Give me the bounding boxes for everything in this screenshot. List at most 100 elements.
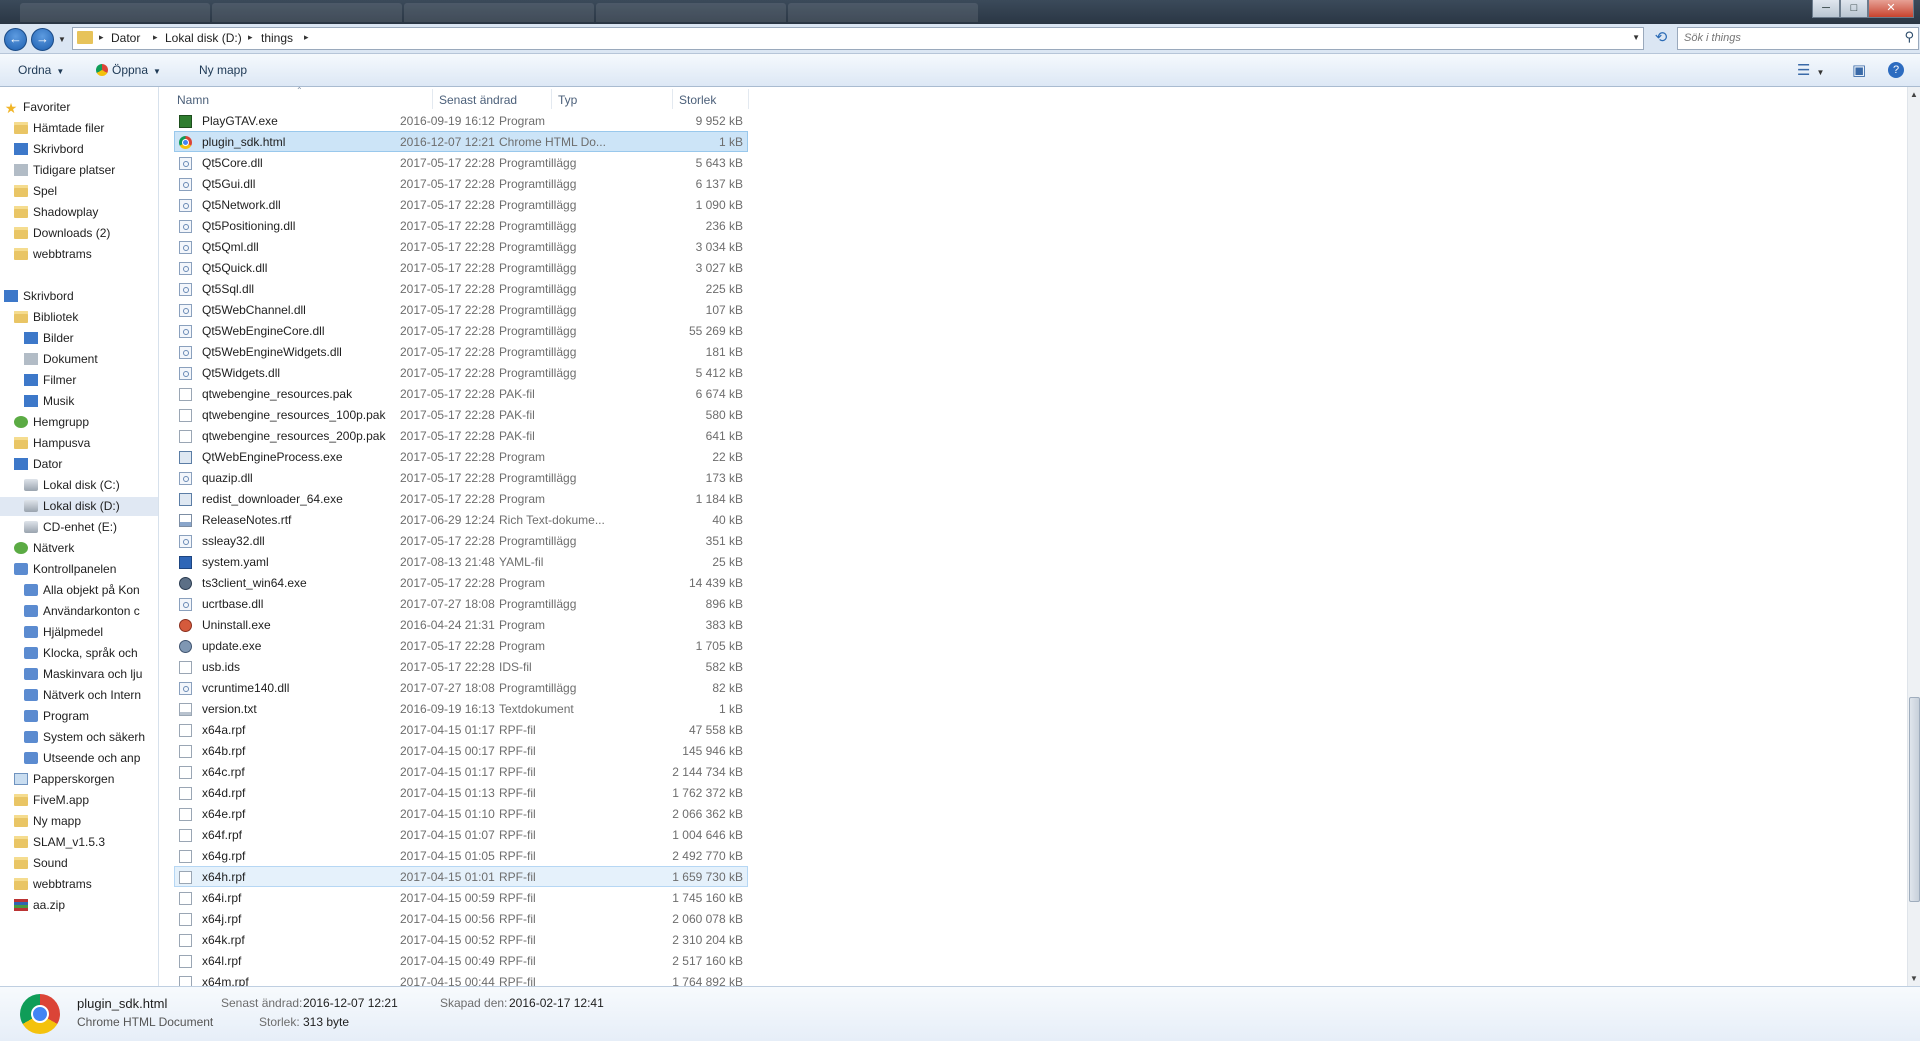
file-row[interactable]: Qt5Sql.dll 2017-05-17 22:28 Programtillägg… bbox=[174, 278, 748, 299]
search-input[interactable] bbox=[1678, 28, 1890, 47]
view-options-button[interactable]: ☰ ▼ bbox=[1797, 61, 1824, 79]
file-row[interactable]: system.yaml 2017-08-13 21:48 YAML-fil 25 kB bbox=[174, 551, 748, 572]
file-row[interactable]: x64g.rpf 2017-04-15 01:05 RPF-fil 2 492 770… bbox=[174, 845, 748, 866]
column-divider[interactable] bbox=[748, 89, 749, 109]
sidebar-item-maskinvara-och-lju[interactable]: Maskinvara och lju bbox=[24, 665, 142, 684]
file-row[interactable]: ssleay32.dll 2017-05-17 22:28 Programtillä… bbox=[174, 530, 748, 551]
sidebar-item-utseende-och-anp[interactable]: Utseende och anp bbox=[24, 749, 140, 768]
file-row[interactable]: x64f.rpf 2017-04-15 01:07 RPF-fil 1 004 646… bbox=[174, 824, 748, 845]
column-size[interactable]: Storlek bbox=[679, 93, 716, 107]
scroll-up-icon[interactable]: ▲ bbox=[1910, 90, 1918, 99]
close-button[interactable]: ✕ bbox=[1868, 0, 1914, 18]
maximize-button[interactable]: □ bbox=[1840, 0, 1868, 18]
sidebar-item-shadowplay[interactable]: Shadowplay bbox=[14, 203, 98, 222]
sidebar-item-användarkonton-c[interactable]: Användarkonton c bbox=[24, 602, 140, 621]
sidebar-item-musik[interactable]: Musik bbox=[24, 392, 74, 411]
file-row[interactable]: x64i.rpf 2017-04-15 00:59 RPF-fil 1 745 160… bbox=[174, 887, 748, 908]
breadcrumb-things[interactable]: things bbox=[261, 31, 293, 45]
sidebar-item-hämtade-filer[interactable]: Hämtade filer bbox=[14, 119, 104, 138]
breadcrumb-separator-icon[interactable]: ▸ bbox=[153, 32, 158, 43]
recent-pages-dropdown[interactable]: ▼ bbox=[58, 35, 66, 44]
sidebar-item-downloads-2[interactable]: Downloads (2) bbox=[14, 224, 110, 243]
open-button[interactable]: Öppna ▼ bbox=[96, 63, 161, 77]
sidebar-item-alla-objekt-på-kon[interactable]: Alla objekt på Kon bbox=[24, 581, 140, 600]
sidebar-item-program[interactable]: Program bbox=[24, 707, 89, 726]
sidebar-item-lokal-disk-d[interactable]: Lokal disk (D:) bbox=[0, 497, 158, 516]
address-bar[interactable]: ▸ Dator ▸ Lokal disk (D:) ▸ things ▸ ▼ bbox=[72, 27, 1644, 50]
file-row[interactable]: redist_downloader_64.exe 2017-05-17 22:28… bbox=[174, 488, 748, 509]
sidebar-item-system-och-säkerh[interactable]: System och säkerh bbox=[24, 728, 145, 747]
file-row[interactable]: qtwebengine_resources.pak 2017-05-17 22:2… bbox=[174, 383, 748, 404]
file-row[interactable]: Qt5Quick.dll 2017-05-17 22:28 Programtillä… bbox=[174, 257, 748, 278]
sidebar-item-bilder[interactable]: Bilder bbox=[24, 329, 74, 348]
file-row[interactable]: Qt5WebEngineCore.dll 2017-05-17 22:28 Prog… bbox=[174, 320, 748, 341]
sidebar-item-skrivbord[interactable]: Skrivbord bbox=[4, 287, 74, 306]
sidebar-item-cd-enhet-e[interactable]: CD-enhet (E:) bbox=[24, 518, 117, 537]
sidebar-item-slam-v1-5-3[interactable]: SLAM_v1.5.3 bbox=[14, 833, 105, 852]
sidebar-item-hjälpmedel[interactable]: Hjälpmedel bbox=[24, 623, 103, 642]
file-row[interactable]: Uninstall.exe 2016-04-24 21:31 Program 383 … bbox=[174, 614, 748, 635]
file-row[interactable]: QtWebEngineProcess.exe 2017-05-17 22:28 Pr… bbox=[174, 446, 748, 467]
sidebar-item-filmer[interactable]: Filmer bbox=[24, 371, 76, 390]
file-row[interactable]: x64d.rpf 2017-04-15 01:13 RPF-fil 1 762 372… bbox=[174, 782, 748, 803]
sidebar-item-lokal-disk-c[interactable]: Lokal disk (C:) bbox=[24, 476, 120, 495]
column-type[interactable]: Typ bbox=[558, 93, 577, 107]
file-row[interactable]: quazip.dll 2017-05-17 22:28 Programtillägg… bbox=[174, 467, 748, 488]
breadcrumb-separator-icon[interactable]: ▸ bbox=[248, 32, 253, 43]
sidebar-item-fivem-app[interactable]: FiveM.app bbox=[14, 791, 89, 810]
scroll-down-icon[interactable]: ▼ bbox=[1910, 974, 1918, 983]
file-row[interactable]: Qt5WebEngineWidgets.dll 2017-05-17 22:28 P… bbox=[174, 341, 748, 362]
file-row[interactable]: Qt5Positioning.dll 2017-05-17 22:28 Progra… bbox=[174, 215, 748, 236]
sidebar-item-nätverk-och-intern[interactable]: Nätverk och Intern bbox=[24, 686, 141, 705]
file-row[interactable]: x64l.rpf 2017-04-15 00:49 RPF-fil 2 517 160… bbox=[174, 950, 748, 971]
file-row[interactable]: x64h.rpf 2017-04-15 01:01 RPF-fil 1 659 730… bbox=[174, 866, 748, 887]
sidebar-item-klocka-språk-och[interactable]: Klocka, språk och bbox=[24, 644, 138, 663]
sidebar-item-dator[interactable]: Dator bbox=[14, 455, 62, 474]
file-row[interactable]: plugin_sdk.html 2016-12-07 12:21 Chrome HT… bbox=[174, 131, 748, 152]
search-icon[interactable]: ⚲ bbox=[1904, 29, 1914, 45]
column-name[interactable]: Namn bbox=[177, 93, 209, 107]
sidebar-item-aa-zip[interactable]: aa.zip bbox=[14, 896, 65, 915]
sidebar-item-bibliotek[interactable]: Bibliotek bbox=[14, 308, 78, 327]
column-divider[interactable] bbox=[551, 89, 552, 109]
organize-button[interactable]: Ordna ▼ bbox=[18, 63, 64, 77]
file-row[interactable]: x64j.rpf 2017-04-15 00:56 RPF-fil 2 060 078… bbox=[174, 908, 748, 929]
back-button[interactable]: ← bbox=[4, 28, 27, 51]
file-row[interactable]: x64c.rpf 2017-04-15 01:17 RPF-fil 2 144 734… bbox=[174, 761, 748, 782]
column-modified[interactable]: Senast ändrad bbox=[439, 93, 517, 107]
breadcrumb-separator-icon[interactable]: ▸ bbox=[304, 32, 309, 43]
sidebar-item-papperskorgen[interactable]: Papperskorgen bbox=[14, 770, 114, 789]
sidebar-item-hemgrupp[interactable]: Hemgrupp bbox=[14, 413, 89, 432]
sidebar-item-favoriter[interactable]: ★ Favoriter bbox=[4, 98, 71, 117]
forward-button[interactable]: → bbox=[31, 28, 54, 51]
minimize-button[interactable]: ─ bbox=[1812, 0, 1840, 18]
sidebar-item-skrivbord[interactable]: Skrivbord bbox=[14, 140, 84, 159]
preview-pane-button[interactable]: ▣ bbox=[1852, 61, 1866, 79]
file-row[interactable]: x64b.rpf 2017-04-15 00:17 RPF-fil 145 946 k… bbox=[174, 740, 748, 761]
help-button[interactable]: ? bbox=[1888, 62, 1904, 78]
file-row[interactable]: x64a.rpf 2017-04-15 01:17 RPF-fil 47 558 kB bbox=[174, 719, 748, 740]
file-row[interactable]: vcruntime140.dll 2017-07-27 18:08 Programt… bbox=[174, 677, 748, 698]
sidebar-item-sound[interactable]: Sound bbox=[14, 854, 68, 873]
sidebar-item-kontrollpanelen[interactable]: Kontrollpanelen bbox=[14, 560, 116, 579]
scrollbar-thumb[interactable] bbox=[1909, 697, 1920, 902]
file-row[interactable]: PlayGTAV.exe 2016-09-19 16:12 Program 9 952… bbox=[174, 110, 748, 131]
file-row[interactable]: Qt5Core.dll 2017-05-17 22:28 Programtilläg… bbox=[174, 152, 748, 173]
file-row[interactable]: x64e.rpf 2017-04-15 01:10 RPF-fil 2 066 362… bbox=[174, 803, 748, 824]
file-row[interactable]: x64m.rpf 2017-04-15 00:44 RPF-fil 1 764 892… bbox=[174, 971, 748, 986]
column-divider[interactable] bbox=[432, 89, 433, 109]
address-history-dropdown[interactable]: ▼ bbox=[1632, 33, 1640, 42]
breadcrumb-separator-icon[interactable]: ▸ bbox=[99, 32, 104, 43]
file-row[interactable]: ts3client_win64.exe 2017-05-17 22:28 Progr… bbox=[174, 572, 748, 593]
file-row[interactable]: update.exe 2017-05-17 22:28 Program 1 705 k… bbox=[174, 635, 748, 656]
new-folder-button[interactable]: Ny mapp bbox=[199, 63, 247, 77]
file-row[interactable]: qtwebengine_resources_100p.pak 2017-05-17… bbox=[174, 404, 748, 425]
breadcrumb-dator[interactable]: Dator bbox=[111, 31, 140, 45]
column-divider[interactable] bbox=[672, 89, 673, 109]
breadcrumb-lokal-disk-d[interactable]: Lokal disk (D:) bbox=[165, 31, 242, 45]
file-row[interactable]: Qt5WebChannel.dll 2017-05-17 22:28 Program… bbox=[174, 299, 748, 320]
sidebar-item-ny-mapp[interactable]: Ny mapp bbox=[14, 812, 81, 831]
file-row[interactable]: ReleaseNotes.rtf 2017-06-29 12:24 Rich Tex… bbox=[174, 509, 748, 530]
file-row[interactable]: usb.ids 2017-05-17 22:28 IDS-fil 582 kB bbox=[174, 656, 748, 677]
file-row[interactable]: version.txt 2016-09-19 16:13 Textdokument 1… bbox=[174, 698, 748, 719]
